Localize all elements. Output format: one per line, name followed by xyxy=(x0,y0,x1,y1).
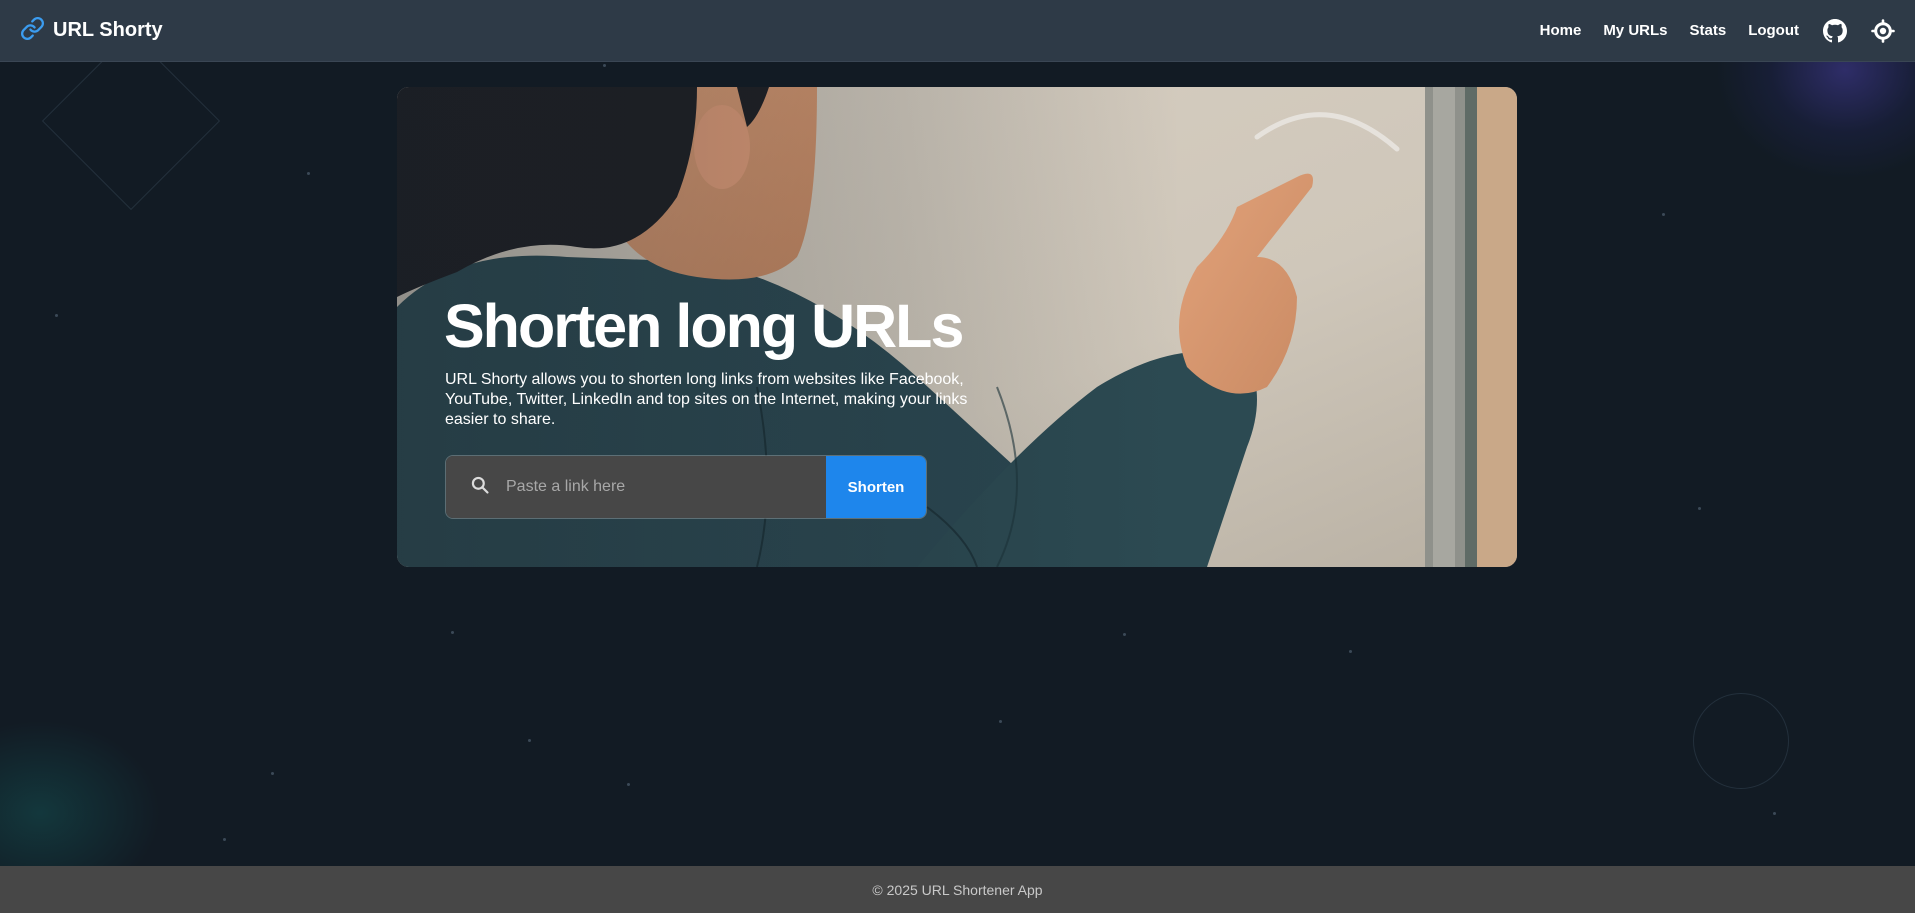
background-star xyxy=(1349,650,1352,653)
background-star xyxy=(223,838,226,841)
hero-banner: Shorten long URLs URL Shorty allows you … xyxy=(397,87,1517,567)
nav-link-logout[interactable]: Logout xyxy=(1748,22,1799,39)
background-star xyxy=(1123,633,1126,636)
shorten-button[interactable]: Shorten xyxy=(826,456,926,518)
nav-link-stats[interactable]: Stats xyxy=(1690,22,1727,39)
background-star xyxy=(528,739,531,742)
nav-link-home[interactable]: Home xyxy=(1540,22,1582,39)
hero-description: URL Shorty allows you to shorten long li… xyxy=(445,371,968,428)
background-circle-shape xyxy=(1693,693,1789,789)
background-star xyxy=(55,314,58,317)
brand-name: URL Shorty xyxy=(53,19,163,41)
link-chain-icon xyxy=(20,16,45,46)
nav-link-my-urls[interactable]: My URLs xyxy=(1603,22,1667,39)
background-star xyxy=(1662,213,1665,216)
background-star xyxy=(451,631,454,634)
theme-toggle-icon[interactable] xyxy=(1871,18,1895,43)
background-star xyxy=(307,172,310,175)
url-input[interactable] xyxy=(506,478,806,496)
background-star xyxy=(271,772,274,775)
shorten-form: Shorten xyxy=(445,455,927,519)
footer: © 2025 URL Shortener App xyxy=(0,866,1915,913)
nav-menu: Home My URLs Stats Logout xyxy=(1518,18,1895,43)
footer-copyright: © 2025 URL Shortener App xyxy=(872,881,1043,898)
background-star xyxy=(627,783,630,786)
background-star xyxy=(1698,507,1701,510)
top-navbar: URL Shorty Home My URLs Stats Logout xyxy=(0,0,1915,62)
background-star xyxy=(603,64,606,67)
background-star xyxy=(1773,812,1776,815)
search-field xyxy=(446,456,826,518)
brand-logo-link[interactable]: URL Shorty xyxy=(20,16,163,46)
search-icon xyxy=(470,475,490,500)
background-star xyxy=(999,720,1002,723)
hero-title: Shorten long URLs xyxy=(444,292,964,360)
github-icon[interactable] xyxy=(1823,18,1847,43)
